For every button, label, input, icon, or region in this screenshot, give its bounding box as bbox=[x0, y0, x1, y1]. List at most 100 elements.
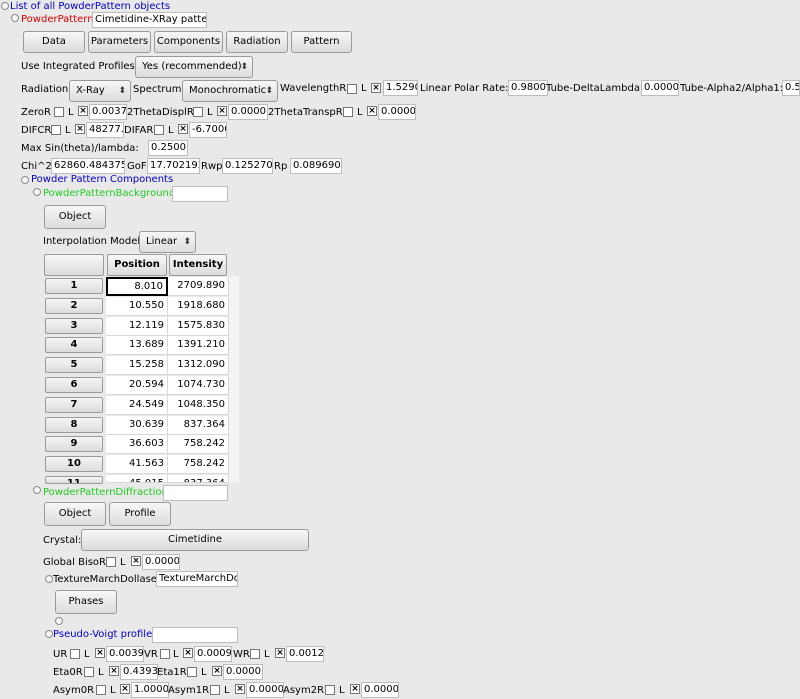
asym0-refine-checkbox[interactable] bbox=[96, 685, 106, 695]
intensity-cell[interactable]: 2709.890 bbox=[168, 277, 229, 296]
wavelength-refine-checkbox[interactable] bbox=[347, 84, 357, 94]
tree-node-icon[interactable] bbox=[55, 617, 63, 625]
v-refine-checkbox[interactable] bbox=[160, 649, 170, 659]
rwp-field[interactable]: 0.125270 bbox=[222, 158, 273, 174]
zero-refine-checkbox[interactable] bbox=[54, 107, 64, 117]
asym2-limit-checkbox[interactable]: × bbox=[350, 684, 360, 694]
wavelength-limit-checkbox[interactable]: × bbox=[371, 83, 381, 93]
background-label[interactable]: PowderPatternBackground bbox=[43, 187, 175, 201]
tree-node-icon[interactable] bbox=[33, 486, 41, 494]
difa-refine-checkbox[interactable] bbox=[154, 125, 164, 135]
w-field[interactable]: 0.0012 bbox=[286, 646, 324, 662]
tree-node-icon[interactable] bbox=[45, 575, 53, 583]
transp-limit-checkbox[interactable]: × bbox=[367, 106, 377, 116]
radiation-select[interactable]: X-Ray ⬍ bbox=[69, 80, 131, 102]
u-refine-checkbox[interactable] bbox=[70, 649, 80, 659]
intensity-cell[interactable]: 1048.350 bbox=[168, 396, 229, 415]
position-cell[interactable]: 45.015 bbox=[106, 475, 168, 483]
diffraction-name-field[interactable] bbox=[163, 485, 228, 501]
pseudo-voigt-name-field[interactable] bbox=[152, 627, 238, 643]
table-row-header[interactable]: 7 bbox=[45, 397, 103, 413]
tree-node-icon[interactable] bbox=[21, 176, 29, 184]
diffraction-object-button[interactable]: Object bbox=[44, 502, 106, 526]
position-cell[interactable]: 12.119 bbox=[106, 317, 168, 336]
background-object-button[interactable]: Object bbox=[44, 205, 106, 229]
eta1-refine-checkbox[interactable] bbox=[187, 667, 197, 677]
asym2-refine-checkbox[interactable] bbox=[325, 685, 335, 695]
pseudo-voigt-label[interactable]: Pseudo-Voigt profile bbox=[53, 628, 152, 642]
diffraction-profile-button[interactable]: Profile bbox=[109, 502, 171, 526]
pattern-button[interactable]: Pattern bbox=[291, 31, 352, 53]
alpha-ratio-field[interactable]: 0.5 bbox=[782, 80, 800, 96]
intensity-cell[interactable]: 837.364 bbox=[168, 475, 229, 483]
biso-limit-checkbox[interactable]: × bbox=[131, 556, 141, 566]
parameters-button[interactable]: Parameters bbox=[88, 31, 151, 53]
position-cell[interactable]: 8.010 bbox=[106, 277, 168, 296]
gof-field[interactable]: 17.702192 bbox=[147, 158, 200, 174]
powder-pattern-name-field[interactable]: Cimetidine-XRay pattern bbox=[92, 12, 207, 28]
position-cell[interactable]: 41.563 bbox=[106, 455, 168, 474]
position-column-header[interactable]: Position bbox=[107, 254, 167, 276]
intensity-cell[interactable]: 837.364 bbox=[168, 416, 229, 435]
difa-limit-checkbox[interactable]: × bbox=[178, 124, 188, 134]
tree-node-icon[interactable] bbox=[1, 2, 9, 10]
intensity-cell[interactable]: 1918.680 bbox=[168, 297, 229, 316]
difa-field[interactable]: -6.7000 bbox=[189, 122, 227, 138]
table-row-header[interactable]: 10 bbox=[45, 456, 103, 472]
interp-model-select[interactable]: Linear ⬍ bbox=[139, 231, 196, 253]
position-cell[interactable]: 10.550 bbox=[106, 297, 168, 316]
biso-field[interactable]: 0.0000 bbox=[142, 554, 180, 570]
eta0-field[interactable]: 0.4393 bbox=[120, 664, 158, 680]
components-tree-label[interactable]: Powder Pattern Components bbox=[31, 173, 173, 187]
displ-limit-checkbox[interactable]: × bbox=[217, 106, 227, 116]
difc-limit-checkbox[interactable]: × bbox=[75, 124, 85, 134]
zero-limit-checkbox[interactable]: × bbox=[78, 106, 88, 116]
table-row-header[interactable]: 11 bbox=[45, 476, 103, 484]
displ-field[interactable]: 0.0000 bbox=[228, 104, 268, 120]
table-row-header[interactable]: 1 bbox=[45, 278, 103, 294]
table-row-header[interactable]: 3 bbox=[45, 318, 103, 334]
position-cell[interactable]: 24.549 bbox=[106, 396, 168, 415]
w-limit-checkbox[interactable]: × bbox=[275, 648, 285, 658]
position-cell[interactable]: 13.689 bbox=[106, 336, 168, 355]
wavelength-field[interactable]: 1.5290 bbox=[383, 80, 418, 96]
intensity-cell[interactable]: 758.242 bbox=[168, 435, 229, 454]
asym1-refine-checkbox[interactable] bbox=[210, 685, 220, 695]
powder-pattern-label[interactable]: PowderPattern bbox=[21, 13, 94, 27]
position-cell[interactable]: 36.603 bbox=[106, 435, 168, 454]
u-limit-checkbox[interactable]: × bbox=[95, 648, 105, 658]
v-limit-checkbox[interactable]: × bbox=[183, 648, 193, 658]
spectrum-select[interactable]: Monochromatic ⬍ bbox=[182, 80, 278, 102]
intensity-cell[interactable]: 1074.730 bbox=[168, 376, 229, 395]
intensity-column-header[interactable]: Intensity bbox=[169, 254, 227, 276]
difc-field[interactable]: 48277.0 bbox=[86, 122, 124, 138]
position-cell[interactable]: 20.594 bbox=[106, 376, 168, 395]
table-row-header[interactable]: 8 bbox=[45, 417, 103, 433]
tree-node-icon[interactable] bbox=[11, 14, 19, 22]
u-field[interactable]: 0.0039 bbox=[106, 646, 144, 662]
asym2-field[interactable]: 0.0000 bbox=[361, 682, 399, 698]
chi2-field[interactable]: 62860.484375 bbox=[51, 158, 125, 174]
diffraction-label[interactable]: PowderPatternDiffraction bbox=[43, 486, 168, 500]
table-row-header[interactable]: 6 bbox=[45, 377, 103, 393]
background-name-field[interactable] bbox=[172, 186, 228, 202]
displ-refine-checkbox[interactable] bbox=[193, 107, 203, 117]
integrated-profiles-select[interactable]: Yes (recommended) ⬍ bbox=[135, 56, 253, 78]
max-sin-field[interactable]: 0.2500 bbox=[148, 140, 188, 156]
biso-refine-checkbox[interactable] bbox=[106, 557, 116, 567]
eta1-limit-checkbox[interactable]: × bbox=[212, 666, 222, 676]
table-row-header[interactable]: 5 bbox=[45, 357, 103, 373]
eta0-limit-checkbox[interactable]: × bbox=[109, 666, 119, 676]
table-scroll-area[interactable] bbox=[229, 276, 239, 483]
transp-field[interactable]: 0.0000 bbox=[378, 104, 416, 120]
w-refine-checkbox[interactable] bbox=[250, 649, 260, 659]
intensity-cell[interactable]: 1575.830 bbox=[168, 317, 229, 336]
position-cell[interactable]: 30.639 bbox=[106, 416, 168, 435]
tree-node-icon[interactable] bbox=[33, 188, 41, 196]
crystal-select-button[interactable]: Cimetidine bbox=[81, 529, 309, 551]
phases-button[interactable]: Phases bbox=[55, 590, 117, 614]
transp-refine-checkbox[interactable] bbox=[343, 107, 353, 117]
table-row-header[interactable]: 2 bbox=[45, 298, 103, 314]
asym0-limit-checkbox[interactable]: × bbox=[120, 684, 130, 694]
position-cell[interactable]: 15.258 bbox=[106, 356, 168, 375]
